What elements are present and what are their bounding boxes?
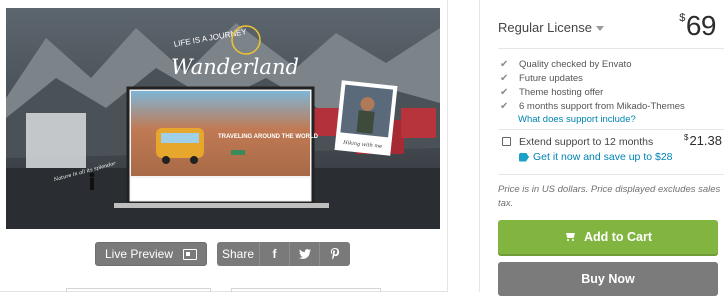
feature-list: ✔ Quality checked by Envato ✔ Future updat…	[500, 58, 720, 114]
price-note: Price is in US dollars. Price displayed …	[498, 184, 721, 209]
feature-item: ✔ 6 months support from Mikado-Themes	[500, 100, 720, 114]
extend-support-option: Extend support to 12 months $21.38 Get i…	[500, 132, 724, 168]
feature-item: ✔ Future updates	[500, 72, 720, 86]
check-icon: ✔	[500, 101, 509, 112]
extend-price-value: 21.38	[689, 133, 722, 148]
buy-now-button[interactable]: Buy Now	[498, 262, 718, 296]
currency-symbol: $	[679, 12, 685, 24]
license-row: Regular License $69	[498, 8, 718, 44]
feature-text: Quality checked by Envato	[519, 59, 632, 70]
bottom-tabs-edge	[0, 288, 448, 292]
currency-symbol: $	[684, 133, 689, 142]
pinterest-share-button[interactable]	[320, 242, 350, 266]
share-label: Share	[217, 242, 260, 266]
twitter-share-button[interactable]	[290, 242, 320, 266]
check-icon: ✔	[500, 59, 509, 70]
license-name-label: Regular License	[498, 20, 592, 35]
add-to-cart-button[interactable]: Add to Cart	[498, 220, 718, 254]
extend-offer-link[interactable]: Get it now and save up to $28	[519, 151, 673, 163]
chevron-down-icon	[595, 26, 604, 32]
feature-text: 6 months support from Mikado-Themes	[519, 101, 685, 112]
share-group: Share f	[217, 242, 350, 266]
window-icon	[183, 248, 198, 260]
extend-support-checkbox[interactable]	[502, 137, 511, 146]
extend-support-label: Extend support to 12 months	[519, 136, 654, 148]
extend-offer-text: Get it now and save up to $28	[533, 151, 673, 163]
cart-icon	[564, 232, 576, 242]
twitter-icon	[298, 249, 311, 259]
brand-title-text: Wanderland	[171, 55, 299, 79]
live-preview-label: Live Preview	[104, 247, 174, 261]
divider	[498, 129, 724, 130]
support-info-link[interactable]: What does support include?	[518, 114, 636, 125]
purchase-panel: Regular License $69 ✔ Quality checked by …	[479, 0, 725, 296]
facebook-icon: f	[272, 247, 277, 261]
preview-action-bar: Live Preview Share f	[0, 242, 448, 268]
feature-item: ✔ Theme hosting offer	[500, 86, 720, 100]
live-preview-button[interactable]: Live Preview	[95, 242, 207, 266]
feature-text: Future updates	[519, 73, 583, 84]
item-preview-card: LIFE IS A JOURNEY Wanderland TRAVELING A…	[0, 0, 448, 292]
divider	[498, 174, 724, 175]
check-icon: ✔	[500, 73, 509, 84]
price-value: 69	[685, 10, 717, 41]
screen-headline-text: TRAVELING AROUND THE WORLD	[218, 134, 319, 140]
buy-now-label: Buy Now	[581, 272, 635, 286]
license-selector[interactable]: Regular License	[498, 20, 604, 35]
feature-item: ✔ Quality checked by Envato	[500, 58, 720, 72]
extend-support-price: $21.38	[684, 133, 722, 148]
check-icon: ✔	[500, 87, 509, 98]
feature-text: Theme hosting offer	[519, 87, 604, 98]
facebook-share-button[interactable]: f	[260, 242, 290, 266]
pinterest-icon	[330, 248, 340, 260]
divider	[498, 48, 724, 49]
tag-icon	[519, 152, 529, 162]
license-price: $69	[679, 10, 716, 42]
preview-collage: LIFE IS A JOURNEY Wanderland TRAVELING A…	[6, 8, 440, 229]
add-to-cart-label: Add to Cart	[583, 230, 653, 244]
theme-preview-image[interactable]: LIFE IS A JOURNEY Wanderland TRAVELING A…	[6, 8, 440, 229]
